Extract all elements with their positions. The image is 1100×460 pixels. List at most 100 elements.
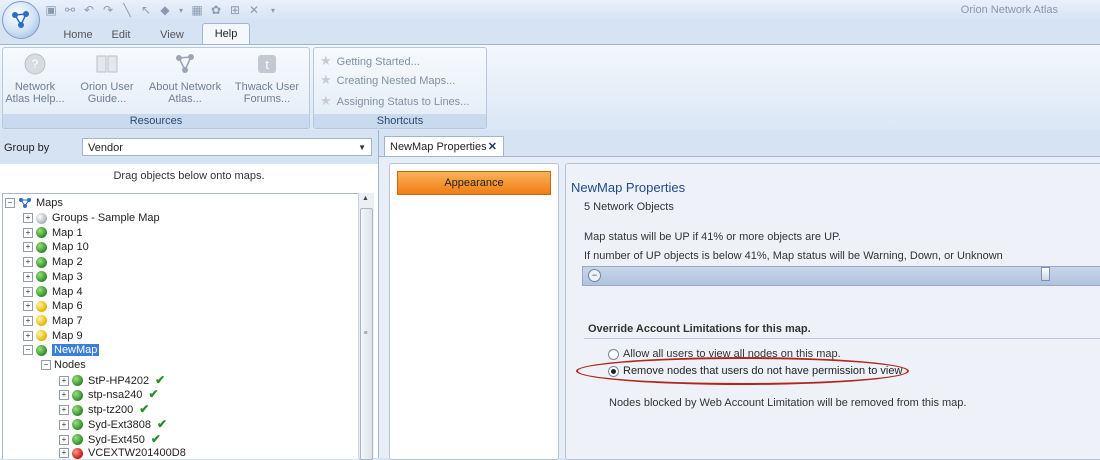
collapse-icon[interactable]: − [23,345,33,356]
shape-dropdown-icon[interactable]: ▾ [174,3,188,17]
expand-icon[interactable]: + [23,257,33,268]
status-rule-text: Map status will be UP if 41% or more obj… [584,231,841,243]
network-atlas-help-button[interactable]: ? Network Atlas Help... [5,52,65,105]
group-by-select[interactable]: Vendor ▼ [82,138,372,156]
collapse-icon[interactable]: − [5,198,15,209]
status-up-icon [36,227,47,239]
thwack-user-forums-button[interactable]: t Thwack User Forums... [232,52,302,105]
expand-icon[interactable]: + [23,315,33,326]
close-icon[interactable]: ✕ [488,137,497,157]
shortcut-assigning-status[interactable]: ★ Assigning Status to Lines... [320,92,469,110]
shortcut-creating-nested-maps[interactable]: ★ Creating Nested Maps... [320,71,455,89]
drag-hint: Drag objects below onto maps. [113,170,265,182]
expand-icon[interactable]: + [23,227,33,238]
status-warning-icon [36,315,47,327]
status-up-icon [36,286,47,298]
star-icon: ★ [320,93,332,108]
section-divider [584,338,1100,339]
shortcut-assigning-status-label: Assigning Status to Lines... [336,96,470,108]
chevron-down-icon[interactable]: ▼ [358,139,366,157]
tree-item-label: Map 1 [52,226,83,239]
tree-item-groups-sample-map[interactable]: + Groups - Sample Map [23,211,160,226]
customize-arrow-icon[interactable]: ▾ [266,3,280,17]
tree-node-stp-hp4202[interactable]: + StP-HP4202 ✔ [59,373,165,388]
expand-icon[interactable]: + [23,286,33,297]
svg-text:t: t [265,57,269,72]
redo-icon[interactable]: ↷ [101,3,115,17]
collapse-icon[interactable]: − [41,360,51,371]
delete-icon[interactable]: ✕ [247,3,261,17]
help-icon: ? [22,52,48,76]
tree-node-syd-ext450[interactable]: + Syd-Ext450 ✔ [59,432,161,447]
tree-item-map-1[interactable]: + Map 1 [23,226,83,241]
tree-item-label: Map 10 [52,241,89,254]
slider-decrease-icon[interactable]: − [588,269,601,282]
expand-icon[interactable]: + [23,213,33,224]
tree-item-map-3[interactable]: + Map 3 [23,270,83,285]
status-warning-icon [36,330,47,342]
shortcut-getting-started[interactable]: ★ Getting Started... [320,52,420,70]
scroll-up-icon[interactable]: ▲ [358,195,373,207]
tree-folder-nodes[interactable]: − Nodes [41,358,86,373]
expand-icon[interactable]: + [23,301,33,312]
settings-icon[interactable]: ✿ [209,3,223,17]
tree-item-label: Map 3 [52,270,83,283]
about-network-atlas-label-2: Atlas... [168,93,202,105]
tab-view[interactable]: View [154,26,190,44]
image-icon[interactable]: ▦ [190,3,204,17]
pointer-icon[interactable]: ↖ [139,3,153,17]
tree-item-map-9[interactable]: + Map 9 [23,329,83,344]
tab-help[interactable]: Help [202,23,250,45]
orion-user-guide-button[interactable]: Orion User Guide... [77,52,137,105]
expand-icon[interactable]: + [59,419,69,430]
tab-edit[interactable]: Edit [104,26,138,44]
book-icon [94,52,120,76]
nav-item-appearance[interactable]: Appearance [397,171,551,195]
network-object-count: 5 Network Objects [584,201,674,213]
tree-node-stp-tz200[interactable]: + stp-tz200 ✔ [59,402,149,417]
shape-icon[interactable]: ◆ [158,3,172,17]
tree-item-newmap[interactable]: − NewMap [23,343,100,358]
expand-icon[interactable]: + [59,434,69,445]
application-menu-button[interactable] [2,1,40,39]
expand-icon[interactable]: + [59,390,69,401]
thwack-user-forums-label-1: Thwack User [234,81,300,93]
expand-icon[interactable]: + [23,242,33,253]
grid-icon[interactable]: ⊞ [228,3,242,17]
tree-item-label: Map 4 [52,285,83,298]
tree-item-map-6[interactable]: + Map 6 [23,299,83,314]
shortcuts-group-label: Shortcuts [314,114,486,128]
expand-icon[interactable]: + [23,271,33,282]
tree-item-map-10[interactable]: + Map 10 [23,240,89,255]
thwack-icon: t [254,52,280,76]
save-icon[interactable]: ▣ [44,3,58,17]
expand-icon[interactable]: + [59,405,69,416]
tree-item-label: Groups - Sample Map [52,212,160,224]
tab-home[interactable]: Home [58,26,98,44]
status-unknown-icon [36,212,47,224]
tab-newmap-properties[interactable]: NewMap Properties ✕ [384,136,504,156]
tree-root-maps[interactable]: − Maps [5,196,63,211]
about-network-atlas-button[interactable]: About Network Atlas... [148,52,222,105]
tree-node-label: stp-tz200 [88,404,134,417]
tree-item-map-7[interactable]: + Map 7 [23,314,83,329]
network-icon[interactable]: ⚯ [63,3,77,17]
slider-thumb[interactable] [1041,267,1050,281]
tree-item-map-2[interactable]: + Map 2 [23,255,83,270]
svg-text:?: ? [32,57,39,71]
tree-node-stp-nsa240[interactable]: + stp-nsa240 ✔ [59,387,159,402]
line-icon[interactable]: ╲ [120,3,134,17]
expand-icon[interactable]: + [59,448,69,459]
tree-node-syd-ext3808[interactable]: + Syd-Ext3808 ✔ [59,417,167,432]
status-up-icon [36,271,47,283]
network-atlas-help-label-2: Atlas Help... [5,93,65,105]
status-up-icon [36,241,47,253]
expand-icon[interactable]: + [59,375,69,386]
expand-icon[interactable]: + [23,330,33,341]
tree-node-vcextw201400d8[interactable]: + VCEXTW201400D8 [59,446,186,459]
radio-button[interactable] [608,348,619,360]
group-by-value: Vendor [88,142,123,154]
tree-item-map-4[interactable]: + Map 4 [23,285,83,300]
status-threshold-slider[interactable] [582,266,1100,286]
undo-icon[interactable]: ↶ [82,3,96,17]
